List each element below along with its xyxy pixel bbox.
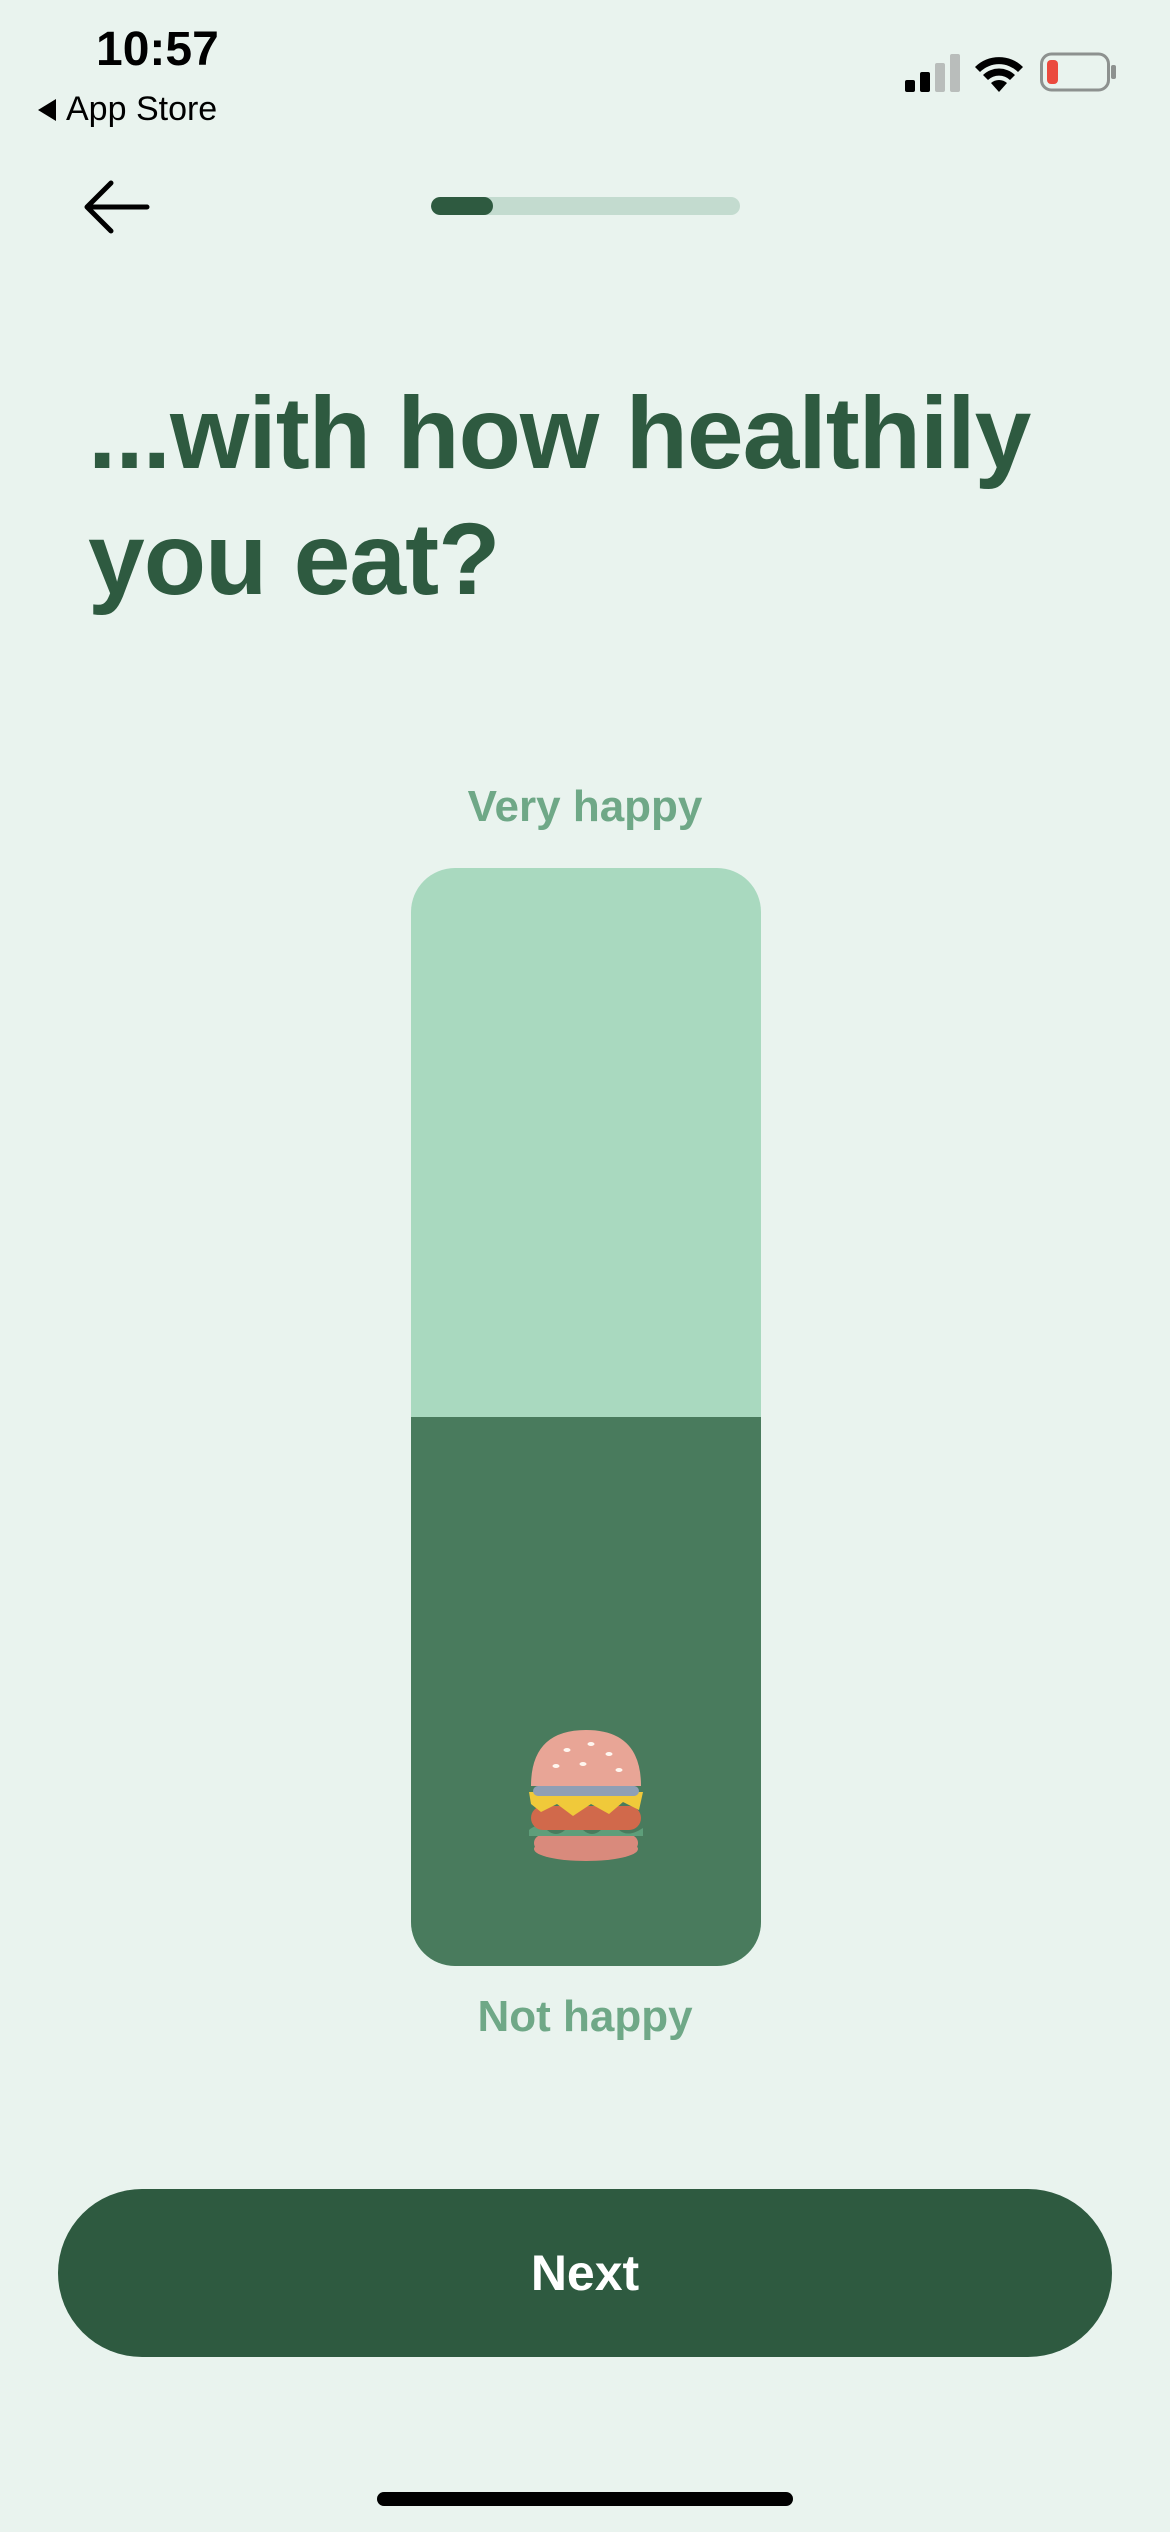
back-triangle-icon (38, 98, 56, 121)
battery-icon (1040, 52, 1116, 92)
burger-icon[interactable] (511, 1718, 661, 1868)
arrow-left-icon (84, 180, 150, 234)
progress-fill (431, 197, 493, 215)
slider-fill (411, 1417, 761, 1966)
slider-bottom-label: Not happy (477, 1992, 693, 2041)
home-indicator (377, 2492, 793, 2506)
next-button[interactable]: Next (58, 2189, 1112, 2357)
back-to-app-link[interactable]: App Store (38, 90, 217, 129)
question-title: ...with how healthily you eat? (88, 376, 1031, 616)
back-app-label: App Store (66, 90, 218, 128)
wifi-icon (975, 57, 1023, 92)
back-button[interactable] (74, 172, 158, 242)
status-time: 10:57 (96, 23, 219, 76)
status-bar: 10:57 App Store (0, 0, 1170, 150)
happiness-slider[interactable] (411, 868, 761, 1966)
progress-bar (431, 197, 740, 215)
slider-top-label: Very happy (467, 782, 703, 831)
signal-icon (905, 54, 960, 92)
